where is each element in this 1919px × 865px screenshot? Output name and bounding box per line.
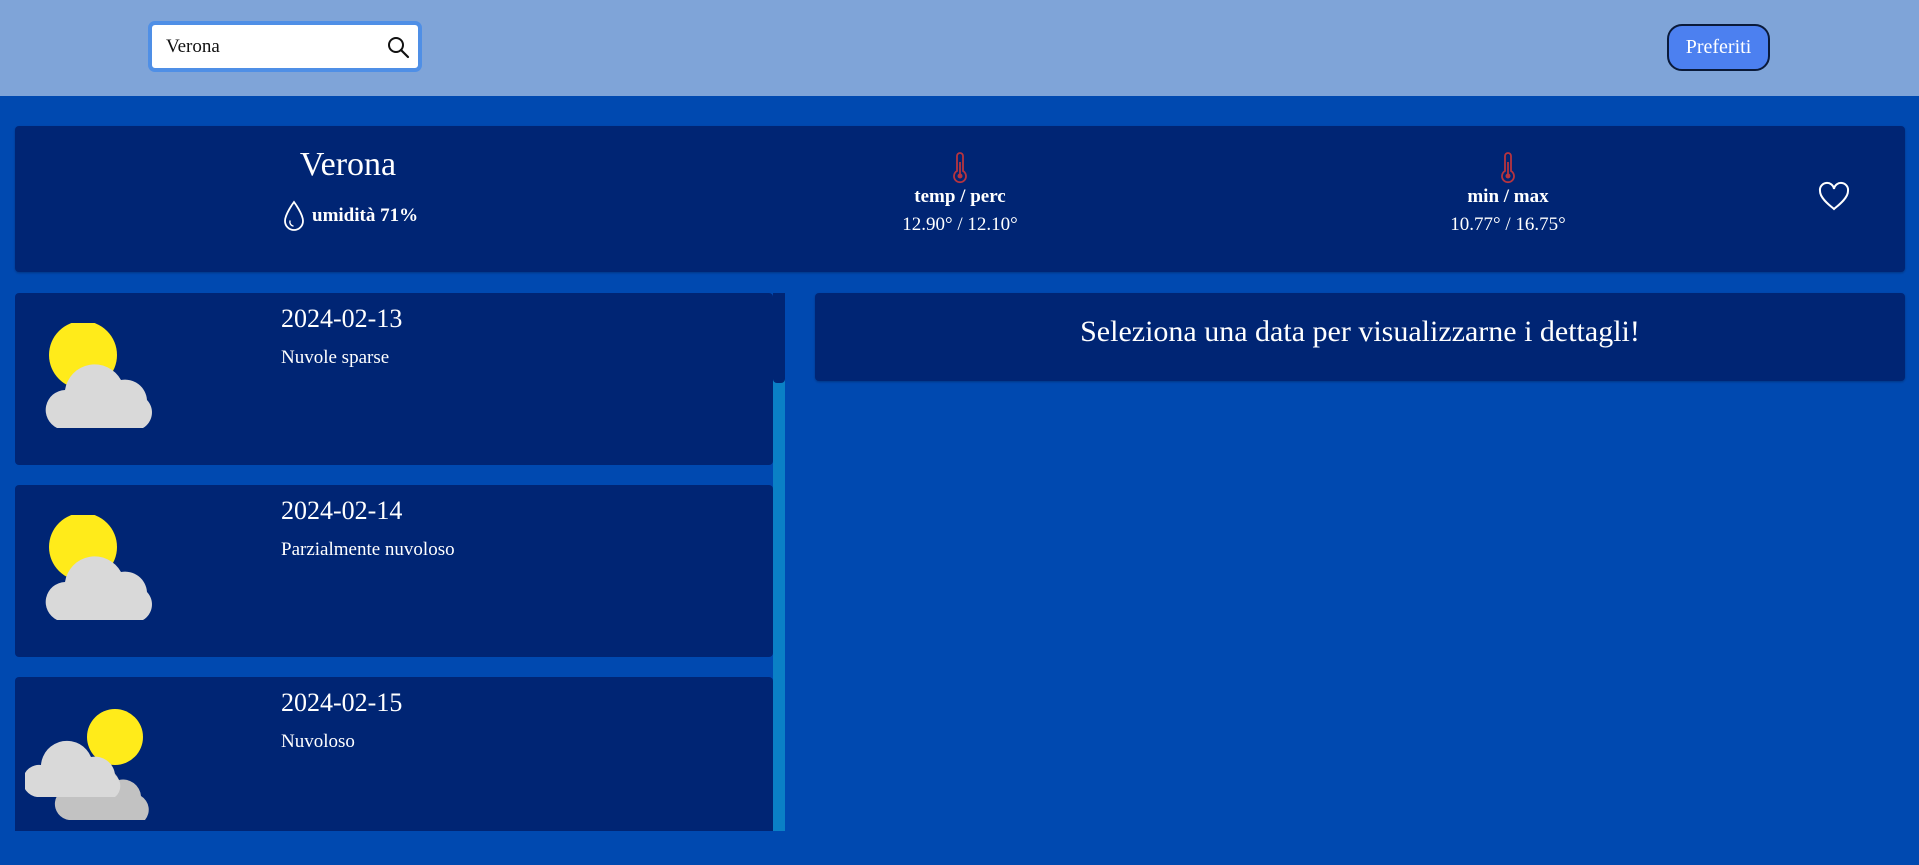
- scrollbar-thumb[interactable]: [773, 293, 785, 383]
- forecast-date: 2024-02-13: [281, 304, 403, 333]
- humidity: umidità 71%: [282, 200, 418, 232]
- forecast-day-card[interactable]: 2024-02-13 Nuvole sparse: [15, 293, 773, 465]
- thermometer-icon: [953, 152, 967, 184]
- favorites-button[interactable]: Preferiti: [1667, 24, 1770, 71]
- top-bar: Preferiti: [0, 0, 1919, 96]
- current-weather-card: Verona umidità 71% temp / perc 12.90° / …: [15, 126, 1905, 272]
- forecast-description: Nuvoloso: [281, 731, 355, 752]
- minmax-metric: min / max 10.77° / 16.75°: [1408, 152, 1608, 236]
- forecast-date: 2024-02-15: [281, 688, 403, 717]
- forecast-day-card[interactable]: 2024-02-15 Nuvoloso: [15, 677, 773, 831]
- city-name: Verona: [299, 146, 397, 183]
- forecast-list[interactable]: 2024-02-13 Nuvole sparse 2024-02-14 Parz…: [15, 293, 785, 831]
- temp-value: 12.90° / 12.10°: [902, 214, 1018, 235]
- scattered-clouds-icon: [45, 323, 152, 428]
- minmax-label: min / max: [1467, 186, 1549, 207]
- search-box: [148, 21, 422, 72]
- detail-panel: Seleziona una data per visualizzarne i d…: [815, 293, 1905, 381]
- forecast-date: 2024-02-14: [281, 496, 403, 525]
- humidity-text: umidità 71%: [312, 205, 419, 226]
- forecast-description: Parzialmente nuvoloso: [281, 539, 455, 560]
- forecast-day-card[interactable]: 2024-02-14 Parzialmente nuvoloso: [15, 485, 773, 657]
- temperature-metric: temp / perc 12.90° / 12.10°: [860, 152, 1060, 236]
- water-drop-icon: [284, 200, 304, 231]
- forecast-description: Nuvole sparse: [281, 347, 390, 368]
- minmax-value: 10.77° / 16.75°: [1450, 214, 1566, 235]
- heart-icon[interactable]: [1817, 180, 1851, 212]
- detail-message: Seleziona una data per visualizzarne i d…: [1080, 315, 1640, 348]
- partly-cloudy-icon: [45, 515, 152, 620]
- search-input[interactable]: [166, 35, 378, 59]
- temp-label: temp / perc: [914, 186, 1006, 207]
- search-icon[interactable]: [386, 35, 410, 59]
- cloudy-icon: [25, 709, 149, 820]
- thermometer-icon: [1501, 152, 1515, 184]
